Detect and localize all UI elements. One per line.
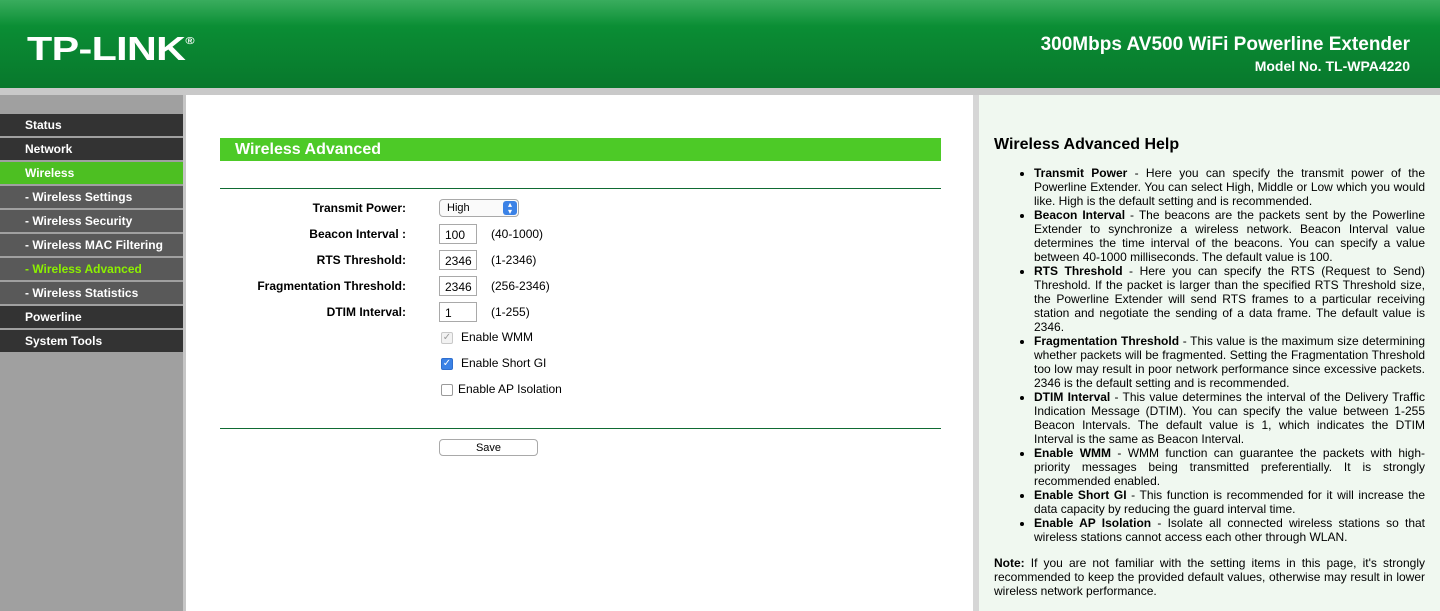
help-item-enable-wmm: Enable WMM - WMM function can guarantee … [1034,446,1425,488]
beacon-interval-label: Beacon Interval : [309,227,406,241]
sidebar-item-wireless-mac-filtering[interactable]: - Wireless MAC Filtering [0,234,183,256]
sidebar-menu: Status Network Wireless - Wireless Setti… [0,114,183,354]
transmit-power-select[interactable]: High ▴ ▾ [439,199,519,217]
sidebar-item-wireless-statistics[interactable]: - Wireless Statistics [0,282,183,304]
enable-ap-isolation-label: Enable AP Isolation [458,382,562,396]
help-item-rts-threshold: RTS Threshold - Here you can specify the… [1034,264,1425,334]
beacon-interval-input[interactable]: 100 [439,224,477,244]
rts-threshold-label: RTS Threshold: [316,253,406,267]
page-title: Wireless Advanced [220,138,941,161]
help-note: Note: If you are not familiar with the s… [994,556,1425,598]
sidebar-item-status[interactable]: Status [0,114,183,136]
enable-wmm-checkbox[interactable]: ✓ [441,332,453,344]
sidebar-item-wireless[interactable]: Wireless [0,162,183,184]
help-item-enable-ap-isolation: Enable AP Isolation - Isolate all connec… [1034,516,1425,544]
sidebar-item-system-tools[interactable]: System Tools [0,330,183,352]
sidebar: Status Network Wireless - Wireless Setti… [0,95,186,611]
tp-link-logo: TP-LINK® [27,30,195,67]
transmit-power-value: High [447,202,470,214]
help-item-enable-short-gi: Enable Short GI - This function is recom… [1034,488,1425,516]
rts-threshold-range: (1-2346) [491,253,537,267]
enable-short-gi-checkbox[interactable]: ✓ [441,358,453,370]
sidebar-item-wireless-security[interactable]: - Wireless Security [0,210,183,232]
model-number: Model No. TL-WPA4220 [1254,58,1410,74]
help-item-transmit-power: Transmit Power - Here you can specify th… [1034,166,1425,208]
beacon-interval-range: (40-1000) [491,227,544,241]
help-title: Wireless Advanced Help [994,136,1180,153]
help-panel: Wireless Advanced Help Transmit Power - … [979,95,1440,611]
help-item-fragmentation-threshold: Fragmentation Threshold - This value is … [1034,334,1425,390]
product-name: 300Mbps AV500 WiFi Powerline Extender [1040,34,1410,55]
enable-ap-isolation-checkbox[interactable] [441,384,453,396]
enable-wmm-label: Enable WMM [461,330,534,344]
bottom-divider [220,428,941,429]
sidebar-item-wireless-advanced[interactable]: - Wireless Advanced [0,258,183,280]
dtim-interval-label: DTIM Interval: [326,305,406,319]
fragmentation-threshold-input[interactable]: 2346 [439,276,477,296]
help-item-dtim-interval: DTIM Interval - This value determines th… [1034,390,1425,446]
save-button[interactable]: Save [439,439,538,456]
rts-threshold-input[interactable]: 2346 [439,250,477,270]
sidebar-item-network[interactable]: Network [0,138,183,160]
help-list: Transmit Power - Here you can specify th… [994,166,1425,544]
sidebar-item-powerline[interactable]: Powerline [0,306,183,328]
transmit-power-label: Transmit Power: [312,201,406,215]
main-panel: Wireless Advanced Transmit Power: High ▴… [186,95,974,611]
dtim-interval-input[interactable]: 1 [439,302,477,322]
sidebar-item-wireless-settings[interactable]: - Wireless Settings [0,186,183,208]
fragmentation-threshold-range: (256-2346) [491,279,550,293]
header-banner: TP-LINK® 300Mbps AV500 WiFi Powerline Ex… [0,0,1440,88]
fragmentation-threshold-label: Fragmentation Threshold: [257,279,406,293]
top-divider [220,188,941,189]
enable-short-gi-label: Enable Short GI [461,356,547,370]
select-arrows-icon: ▴ ▾ [503,201,517,216]
help-item-beacon-interval: Beacon Interval - The beacons are the pa… [1034,208,1425,264]
header-shine [0,0,1440,26]
dtim-interval-range: (1-255) [491,305,530,319]
